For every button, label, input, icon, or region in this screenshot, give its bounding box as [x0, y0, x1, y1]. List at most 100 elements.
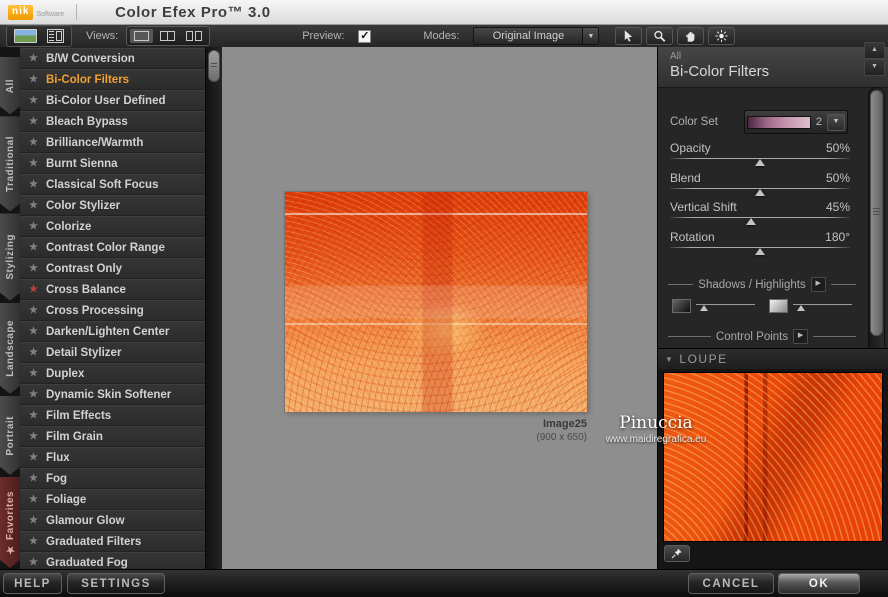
slider-thumb[interactable]: [746, 218, 756, 225]
filter-item[interactable]: ★ Fog: [20, 468, 205, 489]
slider-thumb[interactable]: [755, 188, 765, 196]
shadows-track[interactable]: [694, 299, 755, 313]
star-icon[interactable]: ★: [29, 158, 39, 169]
preview-image[interactable]: [285, 192, 587, 412]
star-icon[interactable]: ★: [29, 284, 39, 295]
highlights-swatch[interactable]: [769, 299, 788, 313]
filter-item[interactable]: ★ Bi-Color User Defined: [20, 90, 205, 111]
chevron-down-icon[interactable]: ▼: [582, 28, 599, 44]
background-color-tool-button[interactable]: [708, 27, 736, 45]
tab-favorites[interactable]: ★ Favorites: [0, 477, 20, 568]
star-icon[interactable]: ★: [29, 221, 39, 232]
star-icon[interactable]: ★: [29, 95, 39, 106]
filter-item[interactable]: ★ Dynamic Skin Softener: [20, 384, 205, 405]
star-icon[interactable]: ★: [29, 536, 39, 547]
star-icon[interactable]: ★: [29, 137, 39, 148]
panel-scrollbar[interactable]: [868, 87, 885, 366]
filter-item[interactable]: ★ Detail Stylizer: [20, 342, 205, 363]
star-icon[interactable]: ★: [29, 263, 39, 274]
filter-item[interactable]: ★ Bleach Bypass: [20, 111, 205, 132]
filter-item[interactable]: ★ Bi-Color Filters: [20, 69, 205, 90]
zoom-tool-button[interactable]: [646, 27, 674, 45]
tab-stylizing[interactable]: Stylizing: [0, 213, 20, 300]
star-icon[interactable]: ★: [29, 389, 39, 400]
filter-item[interactable]: ★ Foliage: [20, 489, 205, 510]
color-set-dropdown[interactable]: 2 ▼: [743, 110, 848, 134]
filter-item[interactable]: ★ Contrast Only: [20, 258, 205, 279]
scroll-down-button[interactable]: ▼: [864, 59, 885, 76]
star-icon[interactable]: ★: [29, 431, 39, 442]
star-icon[interactable]: ★: [29, 557, 39, 568]
star-icon[interactable]: ★: [29, 368, 39, 379]
scrollbar-thumb[interactable]: [208, 50, 220, 82]
shadows-swatch[interactable]: [672, 299, 691, 313]
filter-item[interactable]: ★ B/W Conversion: [20, 48, 205, 69]
filter-item[interactable]: ★ Glamour Glow: [20, 510, 205, 531]
filter-item[interactable]: ★ Film Effects: [20, 405, 205, 426]
star-icon[interactable]: ★: [29, 326, 39, 337]
filter-item[interactable]: ★ Burnt Sienna: [20, 153, 205, 174]
star-icon[interactable]: ★: [29, 200, 39, 211]
slider-thumb[interactable]: [700, 305, 708, 311]
star-icon[interactable]: ★: [29, 74, 39, 85]
select-tool-button[interactable]: [615, 27, 643, 45]
scroll-up-button[interactable]: ▲: [864, 42, 885, 59]
star-icon[interactable]: ★: [29, 473, 39, 484]
control-points-section: Control Points ▶: [668, 329, 856, 344]
side-by-side-view-button[interactable]: [182, 29, 206, 43]
filter-item[interactable]: ★ Classical Soft Focus: [20, 174, 205, 195]
tab-all[interactable]: All: [0, 57, 20, 114]
filter-list-scrollbar[interactable]: [205, 47, 223, 570]
ok-button[interactable]: OK: [778, 573, 860, 594]
highlights-track[interactable]: [791, 299, 852, 313]
tab-traditional[interactable]: Traditional: [0, 116, 20, 211]
filter-item[interactable]: ★ Brilliance/Warmth: [20, 132, 205, 153]
scrollbar-thumb[interactable]: [870, 90, 883, 336]
filter-item[interactable]: ★ Darken/Lighten Center: [20, 321, 205, 342]
pan-tool-button[interactable]: [677, 27, 705, 45]
settings-button[interactable]: SETTINGS: [67, 573, 165, 594]
loupe-image[interactable]: [663, 372, 883, 542]
star-icon[interactable]: ★: [29, 494, 39, 505]
slider-track[interactable]: [670, 217, 850, 218]
tab-portrait[interactable]: Portrait: [0, 396, 20, 475]
expand-arrow-icon[interactable]: ▶: [793, 329, 809, 344]
expand-arrow-icon[interactable]: ▶: [810, 277, 826, 292]
slider-thumb[interactable]: [797, 305, 805, 311]
loupe-pin-button[interactable]: [664, 545, 690, 562]
filter-item[interactable]: ★ Flux: [20, 447, 205, 468]
image-thumbnail-button[interactable]: [11, 28, 40, 44]
preview-canvas[interactable]: Image25 (900 x 650): [222, 47, 657, 570]
slider-thumb[interactable]: [755, 247, 765, 255]
filter-item[interactable]: ★ Contrast Color Range: [20, 237, 205, 258]
filter-item[interactable]: ★ Graduated Filters: [20, 531, 205, 552]
star-icon[interactable]: ★: [29, 452, 39, 463]
modes-dropdown[interactable]: Original Image ▼: [473, 27, 600, 45]
filter-item[interactable]: ★ Color Stylizer: [20, 195, 205, 216]
tab-landscape[interactable]: Landscape: [0, 303, 20, 394]
slider-thumb[interactable]: [755, 159, 765, 166]
help-button[interactable]: HELP: [3, 573, 62, 594]
star-icon[interactable]: ★: [29, 179, 39, 190]
filter-item[interactable]: ★ Duplex: [20, 363, 205, 384]
star-icon[interactable]: ★: [29, 410, 39, 421]
filter-item[interactable]: ★ Cross Balance: [20, 279, 205, 300]
star-icon[interactable]: ★: [29, 242, 39, 253]
filter-item[interactable]: ★ Colorize: [20, 216, 205, 237]
cancel-button[interactable]: CANCEL: [688, 573, 774, 594]
filter-item[interactable]: ★ Cross Processing: [20, 300, 205, 321]
star-icon[interactable]: ★: [29, 116, 39, 127]
split-view-button[interactable]: [156, 29, 179, 43]
loupe-header[interactable]: ▼ LOUPE: [658, 348, 888, 370]
star-icon[interactable]: ★: [29, 53, 39, 64]
filter-item[interactable]: ★ Graduated Fog: [20, 552, 205, 570]
list-layout-button[interactable]: [44, 28, 67, 44]
chevron-down-icon[interactable]: ▼: [827, 113, 845, 131]
filter-label: B/W Conversion: [46, 52, 135, 65]
filter-item[interactable]: ★ Film Grain: [20, 426, 205, 447]
star-icon[interactable]: ★: [29, 347, 39, 358]
star-icon[interactable]: ★: [29, 515, 39, 526]
single-view-button[interactable]: [130, 29, 154, 43]
preview-checkbox[interactable]: ✓: [358, 29, 372, 43]
star-icon[interactable]: ★: [29, 305, 39, 316]
